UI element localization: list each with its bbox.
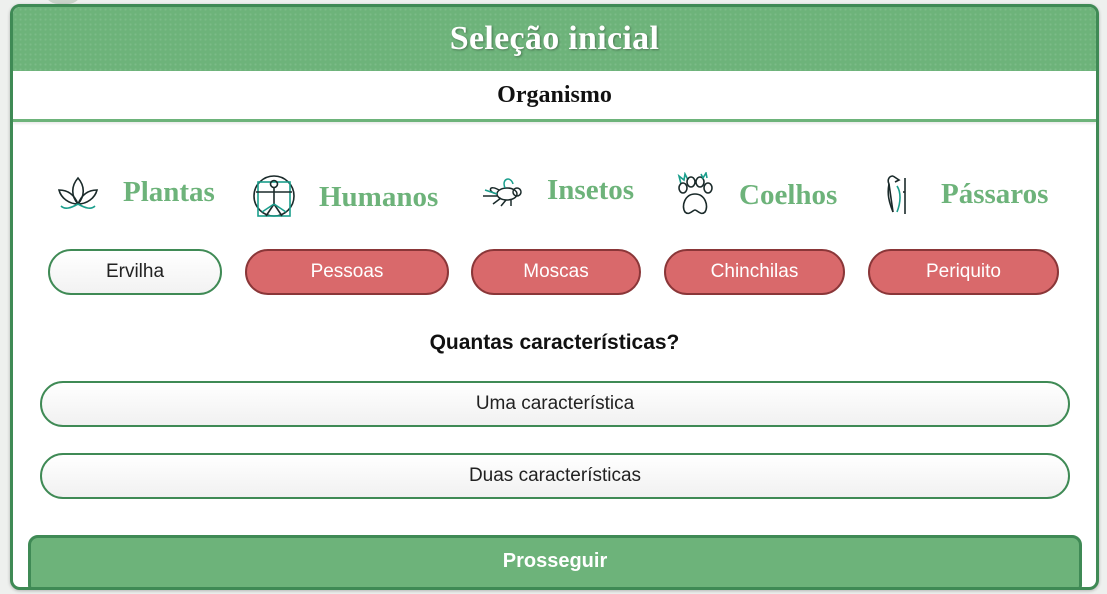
category-humanos: Humanos [251,172,438,222]
category-label: Pássaros [941,177,1049,210]
selection-panel: Seleção inicial Organismo Plantas Humano… [10,4,1099,590]
category-label: Coelhos [739,178,838,211]
category-label: Insetos [547,173,635,206]
category-plantas: Plantas [55,172,215,212]
proceed-button[interactable]: Prosseguir [28,535,1082,587]
bird-icon [879,172,919,216]
one-characteristic-button[interactable]: Uma característica [40,381,1070,427]
proceed-label: Prosseguir [502,550,608,572]
page-title: Seleção inicial [449,20,660,57]
paw-icon [673,172,717,218]
organism-button-periquito[interactable]: Periquito [868,249,1059,295]
category-passaros: Pássaros [879,172,1048,216]
category-coelhos: Coelhos [673,172,837,218]
panel-header: Seleção inicial [13,7,1096,71]
fly-icon [481,172,525,208]
section-header: Organismo [13,71,1096,122]
organism-button-chinchilas[interactable]: Chinchilas [664,249,845,295]
category-insetos: Insetos [481,172,634,208]
organism-button-pessoas[interactable]: Pessoas [245,249,449,295]
vitruvian-man-icon [251,172,297,222]
characteristics-question: Quantas características? [429,331,680,354]
category-label: Plantas [123,175,215,208]
organism-button-moscas[interactable]: Moscas [471,249,641,295]
lotus-icon [55,172,101,212]
category-label: Humanos [319,180,439,213]
organism-button-ervilha[interactable]: Ervilha [48,249,222,295]
section-title: Organismo [497,81,612,108]
two-characteristics-button[interactable]: Duas características [40,453,1070,499]
